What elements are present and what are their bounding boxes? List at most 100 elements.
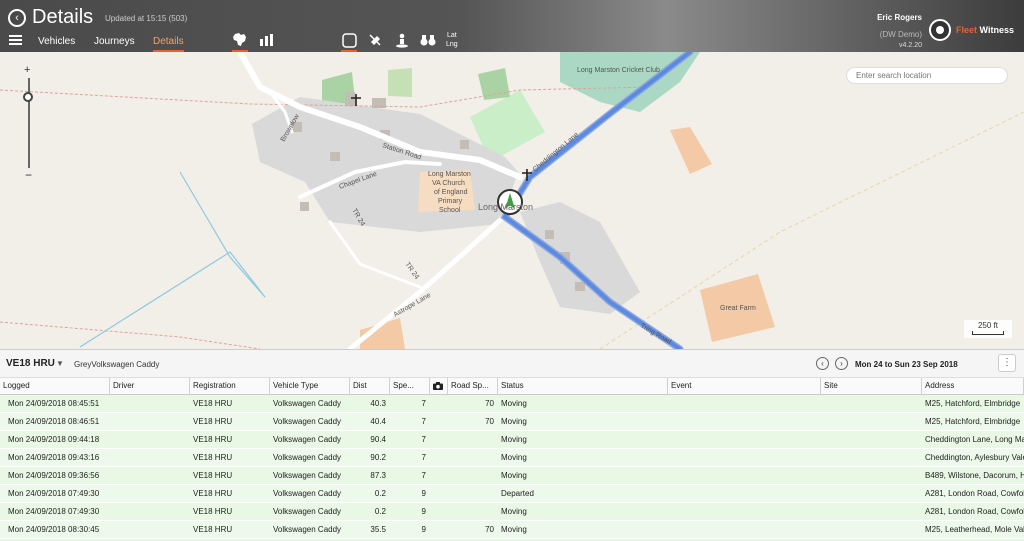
date-range[interactable]: Mon 24 to Sun 23 Sep 2018 xyxy=(855,360,958,369)
school-label-1: Long Marston xyxy=(428,171,471,178)
table-row[interactable]: Mon 24/09/2018 09:43:16 VE18 HRU Volkswage… xyxy=(0,449,1024,467)
tab-journeys[interactable]: Journeys xyxy=(94,36,135,47)
cell-status: Moving xyxy=(501,453,527,462)
zoom-in-button[interactable]: + xyxy=(24,64,30,76)
cell-site xyxy=(824,467,922,484)
footpath-2 xyxy=(0,321,261,349)
cell-logged: Mon 24/09/2018 07:49:30 xyxy=(8,489,100,498)
cell-speed: 7 xyxy=(421,453,426,462)
cell-speed: 7 xyxy=(421,471,426,480)
select-square-icon[interactable] xyxy=(339,30,359,52)
table-row[interactable]: Mon 24/09/2018 08:30:45 VE18 HRU Volkswage… xyxy=(0,521,1024,539)
prev-date-button[interactable]: ‹ xyxy=(816,357,829,370)
street-view-icon[interactable] xyxy=(392,30,412,50)
bar-chart-icon[interactable] xyxy=(256,30,276,50)
cell-event xyxy=(671,521,821,538)
more-options-button[interactable]: ⋮ xyxy=(998,354,1016,372)
column-header-road-speed[interactable]: Road Sp... xyxy=(448,378,498,394)
map-view[interactable]: Long Marston Cricket Club Long Marston V… xyxy=(0,52,1024,349)
camera-icon[interactable] xyxy=(430,378,448,394)
cell-site xyxy=(824,395,922,412)
lat-label: Lat xyxy=(446,32,457,39)
search-location-input[interactable] xyxy=(846,67,1008,84)
cell-event xyxy=(671,395,821,412)
cell-driver xyxy=(113,395,190,412)
map-canvas: Long Marston Cricket Club Long Marston V… xyxy=(0,52,1024,349)
chevron-down-icon[interactable]: ▼ xyxy=(56,359,64,368)
lat-lng-toggle[interactable]: Lat Lng xyxy=(446,31,458,49)
column-header-registration[interactable]: Registration xyxy=(190,378,270,394)
zoom-slider-handle[interactable] xyxy=(23,92,33,102)
vehicle-registration[interactable]: VE18 HRU xyxy=(6,358,55,369)
table-row[interactable]: Mon 24/09/2018 07:49:30 VE18 HRU Volkswage… xyxy=(0,485,1024,503)
great-farm-label: Great Farm xyxy=(720,305,756,312)
cell-road-speed xyxy=(451,503,498,520)
cell-registration: VE18 HRU xyxy=(193,399,233,408)
cell-address: B489, Wilstone, Dacorum, He xyxy=(925,471,1024,480)
tab-vehicles[interactable]: Vehicles xyxy=(38,36,75,47)
column-header-vehicle-type[interactable]: Vehicle Type xyxy=(270,378,350,394)
column-header-event[interactable]: Event xyxy=(668,378,821,394)
cell-logged: Mon 24/09/2018 09:36:56 xyxy=(8,471,100,480)
cell-site xyxy=(824,413,922,430)
allotment-area xyxy=(388,68,412,97)
school-label-5: School xyxy=(439,207,461,214)
cell-logged: Mon 24/09/2018 09:43:16 xyxy=(8,453,100,462)
tab-details[interactable]: Details xyxy=(153,36,184,52)
cell-status: Moving xyxy=(501,399,527,408)
stream-2 xyxy=(79,251,266,348)
cell-registration: VE18 HRU xyxy=(193,435,233,444)
cell-registration: VE18 HRU xyxy=(193,453,233,462)
cell-logged: Mon 24/09/2018 08:46:51 xyxy=(8,417,100,426)
cell-site xyxy=(824,521,922,538)
table-row[interactable]: Mon 24/09/2018 09:36:56 VE18 HRU Volkswage… xyxy=(0,467,1024,485)
cell-driver xyxy=(113,431,190,448)
map-scale: 250 ft xyxy=(964,320,1012,338)
next-date-button[interactable]: › xyxy=(835,357,848,370)
cell-site xyxy=(824,449,922,466)
map-view-icon[interactable] xyxy=(230,30,250,52)
table-row[interactable]: Mon 24/09/2018 09:44:18 VE18 HRU Volkswage… xyxy=(0,431,1024,449)
binoculars-icon[interactable] xyxy=(418,30,438,50)
table-row[interactable]: Mon 24/09/2018 08:45:51 VE18 HRU Volkswage… xyxy=(0,395,1024,413)
cell-address: A281, London Road, Cowfold xyxy=(925,489,1024,498)
tring-road-label: Tring Road xyxy=(639,323,672,346)
column-header-site[interactable]: Site xyxy=(821,378,922,394)
table-row[interactable]: Mon 24/09/2018 07:49:30 VE18 HRU Volkswage… xyxy=(0,503,1024,521)
cell-speed: 7 xyxy=(421,399,426,408)
column-header-logged[interactable]: Logged xyxy=(0,378,110,394)
cell-registration: VE18 HRU xyxy=(193,525,233,534)
cell-logged: Mon 24/09/2018 07:49:30 xyxy=(8,507,100,516)
cell-driver xyxy=(113,521,190,538)
brand-part1: Fleet xyxy=(956,25,978,35)
cell-dist: 40.4 xyxy=(370,417,386,426)
cell-speed: 9 xyxy=(421,489,426,498)
column-header-address[interactable]: Address xyxy=(922,378,1024,394)
menu-icon[interactable] xyxy=(9,35,22,47)
cell-address: M25, Hatchford, Elmbridge xyxy=(925,399,1021,408)
cell-vehicle-type: Volkswagen Caddy xyxy=(273,525,342,534)
cell-event xyxy=(671,467,821,484)
column-header-dist[interactable]: Dist xyxy=(350,378,390,394)
cell-driver xyxy=(113,485,190,502)
user-name[interactable]: Eric Rogers xyxy=(877,13,922,22)
column-header-driver[interactable]: Driver xyxy=(110,378,190,394)
cell-logged: Mon 24/09/2018 08:45:51 xyxy=(8,399,100,408)
cell-speed: 7 xyxy=(421,417,426,426)
cell-address: Cheddington, Aylesbury Vale xyxy=(925,453,1024,462)
zoom-out-button[interactable]: − xyxy=(25,168,32,182)
column-header-status[interactable]: Status xyxy=(498,378,668,394)
cell-registration: VE18 HRU xyxy=(193,507,233,516)
cell-driver xyxy=(113,503,190,520)
column-header-speed[interactable]: Spe... xyxy=(390,378,430,394)
cell-registration: VE18 HRU xyxy=(193,489,233,498)
satellite-icon[interactable] xyxy=(365,30,385,50)
cell-vehicle-type: Volkswagen Caddy xyxy=(273,507,342,516)
back-icon[interactable]: ‹ xyxy=(8,9,26,27)
table-row[interactable]: Mon 24/09/2018 08:46:51 VE18 HRU Volkswage… xyxy=(0,413,1024,431)
stream xyxy=(179,171,266,298)
cell-event xyxy=(671,431,821,448)
cell-road-speed xyxy=(451,485,498,502)
cell-event xyxy=(671,413,821,430)
cell-status: Moving xyxy=(501,417,527,426)
